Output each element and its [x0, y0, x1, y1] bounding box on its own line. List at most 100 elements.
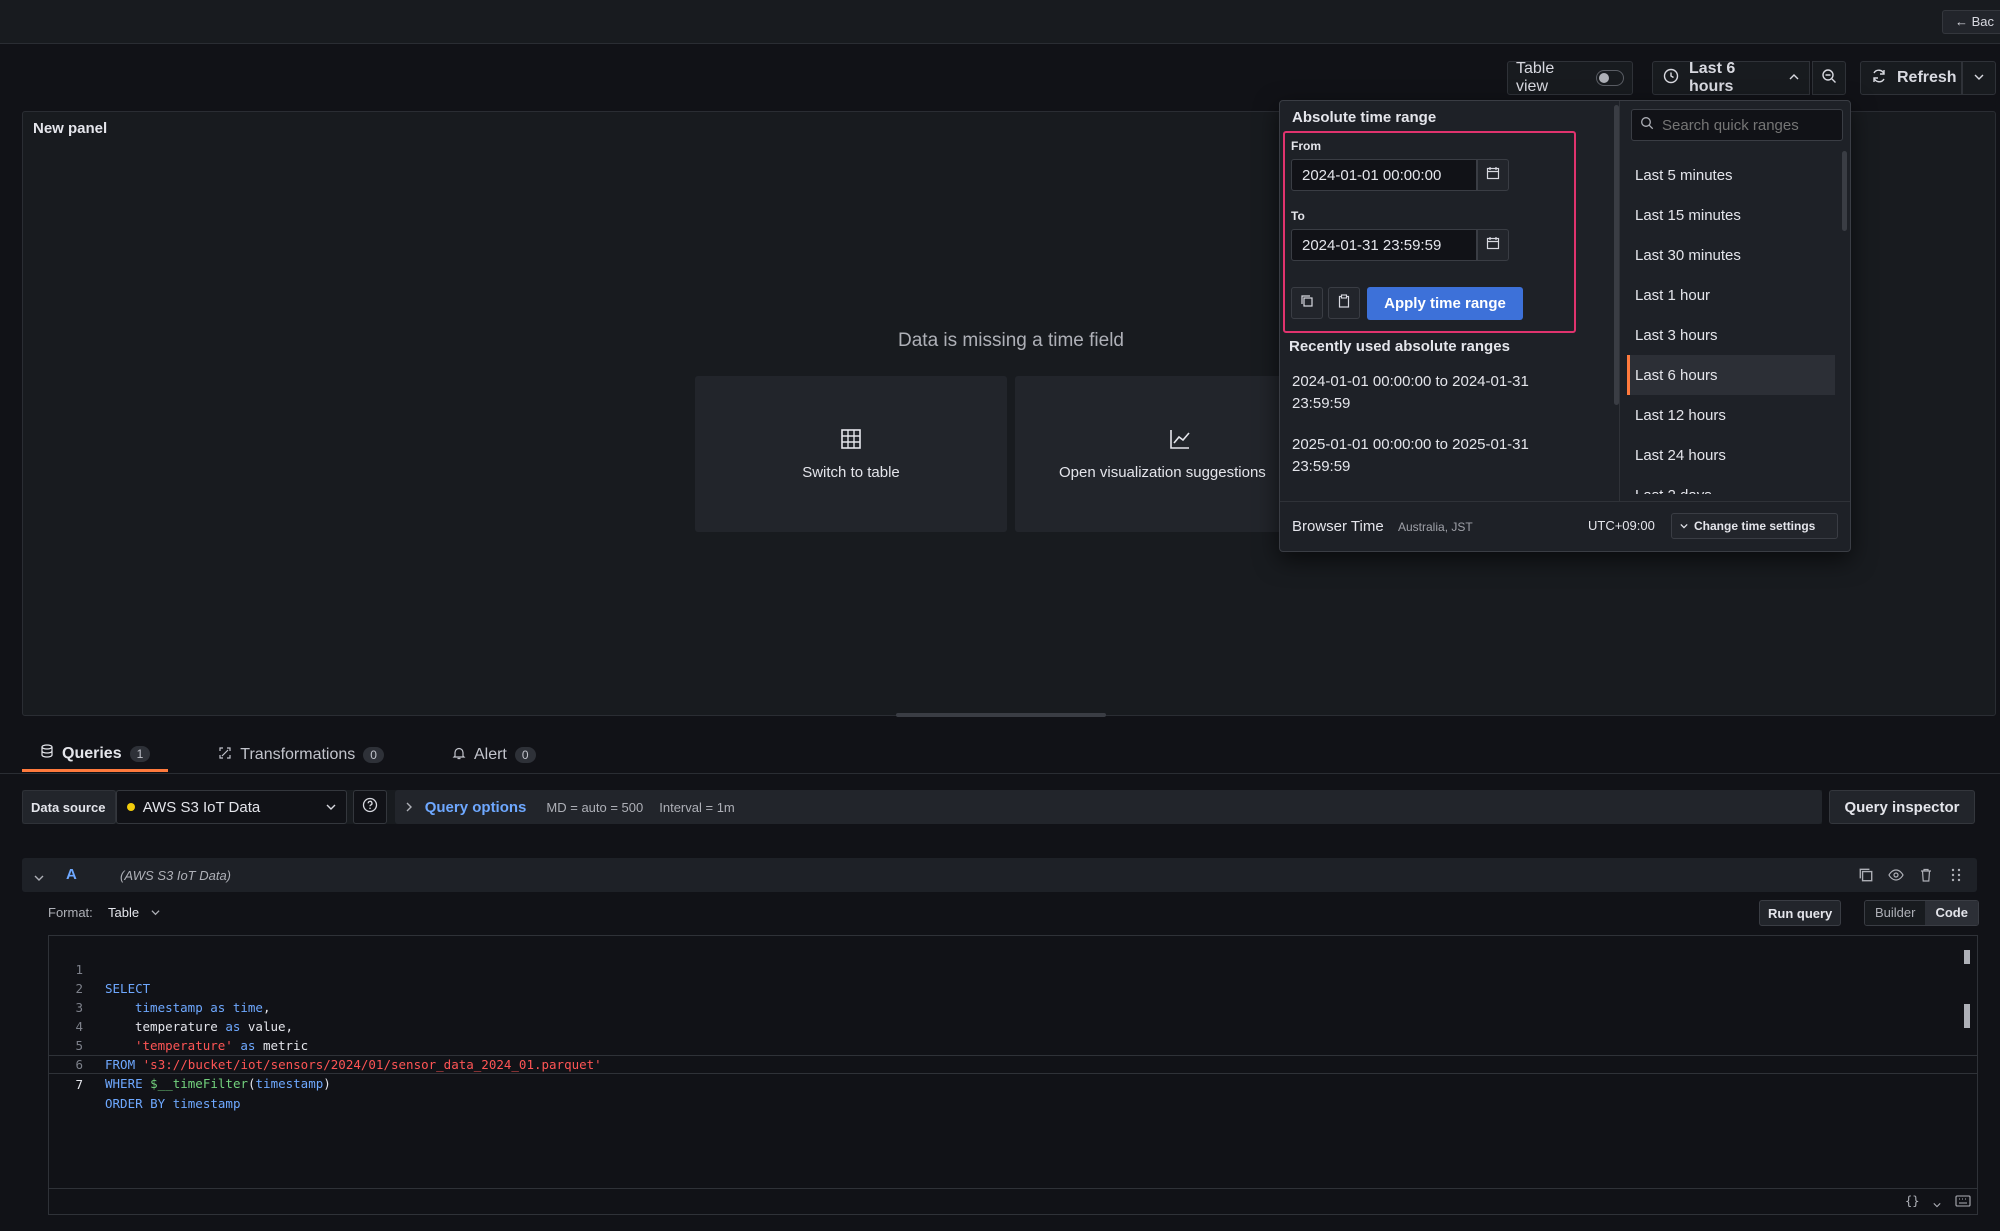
chevron-down-icon: [1680, 519, 1688, 533]
editor-mode-toggle: Builder Code: [1864, 900, 1979, 926]
to-input[interactable]: 2024-01-31 23:59:59: [1291, 229, 1477, 261]
recent-ranges-title: Recently used absolute ranges: [1289, 338, 1510, 355]
quick-range-item[interactable]: Last 5 minutes: [1627, 155, 1835, 195]
tab-alert[interactable]: Alert 0: [434, 738, 554, 772]
panel-resize-handle[interactable]: [896, 713, 1106, 717]
refresh-button[interactable]: Refresh: [1860, 61, 1962, 95]
format-code-icon[interactable]: {}: [1905, 1194, 1919, 1208]
chevron-down-icon[interactable]: [1933, 1196, 1941, 1213]
tab-alert-label: Alert: [473, 746, 507, 763]
from-field-group: 2024-01-01 00:00:00: [1291, 159, 1509, 191]
tab-queries[interactable]: Queries 1: [22, 738, 169, 772]
query-ref-id[interactable]: A: [66, 866, 77, 883]
quick-range-item[interactable]: Last 1 hour: [1627, 275, 1835, 315]
toggle-switch[interactable]: [1595, 70, 1624, 86]
md-info: MD = auto = 500: [546, 799, 644, 815]
divider: [1280, 501, 1850, 502]
datasource-dot-icon: [126, 803, 135, 811]
code-line: 4 'temperature' as metric: [49, 998, 1977, 1053]
format-select[interactable]: Table: [108, 905, 160, 920]
line-chart-icon: [1169, 428, 1191, 454]
quick-range-item-selected[interactable]: Last 6 hours: [1627, 355, 1835, 395]
quick-ranges-list: Last 5 minutes Last 15 minutes Last 30 m…: [1627, 149, 1835, 494]
refresh-interval-dropdown[interactable]: [1962, 61, 1996, 95]
query-options-label[interactable]: Query options: [425, 799, 527, 816]
to-label: To: [1291, 209, 1305, 223]
format-value: Table: [108, 905, 140, 920]
quick-ranges-search[interactable]: [1631, 109, 1843, 141]
back-button[interactable]: ← Bac: [1941, 10, 2000, 34]
datasource-picker[interactable]: AWS S3 IoT Data: [115, 790, 347, 824]
switch-to-table-button[interactable]: Switch to table: [695, 376, 1007, 532]
sql-code-editor[interactable]: 1 SELECT 2 timestamp as time, 3 temperat…: [48, 935, 1978, 1215]
editor-tabs: Queries 1 Transformations 0 Alert 0: [22, 738, 554, 774]
change-time-settings-label: Change time settings: [1694, 519, 1816, 533]
timezone-name: Australia, JST: [1398, 520, 1473, 534]
collapse-chevron-icon[interactable]: [34, 870, 44, 887]
refresh-icon: [1871, 68, 1887, 89]
recent-range-item[interactable]: 2024-01-01 00:00:00 to 2024-01-31 23:59:…: [1292, 371, 1562, 415]
code-line-current: 7 ORDER BY timestamp: [49, 1055, 1977, 1111]
quick-ranges-search-input[interactable]: [1662, 116, 1832, 134]
apply-time-range-button[interactable]: Apply time range: [1367, 287, 1523, 320]
browser-time-label: Browser Time: [1292, 518, 1384, 535]
code-token: (: [248, 1076, 256, 1091]
quick-range-item[interactable]: Last 3 hours: [1627, 315, 1835, 355]
to-calendar-button[interactable]: [1477, 229, 1509, 261]
tab-alert-count: 0: [514, 747, 536, 763]
change-time-settings-button[interactable]: Change time settings: [1671, 513, 1838, 539]
quick-range-item[interactable]: Last 24 hours: [1627, 435, 1835, 475]
recent-range-item[interactable]: 2025-01-01 00:00:00 to 2025-01-31 23:59:…: [1292, 434, 1562, 478]
help-icon: [362, 797, 378, 817]
format-label: Format:: [48, 905, 93, 920]
code-token: timestamp: [172, 1096, 241, 1111]
open-visualization-suggestions-button[interactable]: Open visualization suggestions: [1015, 376, 1305, 532]
quick-range-item[interactable]: Last 15 minutes: [1627, 195, 1835, 235]
calendar-icon: [1486, 166, 1500, 184]
code-line: 1 SELECT: [49, 941, 1977, 996]
code-token: ORDER BY: [105, 1096, 173, 1111]
refresh-label: Refresh: [1897, 69, 1957, 86]
quick-range-item[interactable]: Last 30 minutes: [1627, 235, 1835, 275]
copy-icon: [1300, 294, 1314, 312]
quick-ranges-scrollbar[interactable]: [1842, 151, 1847, 231]
paste-range-button[interactable]: [1328, 287, 1360, 319]
quick-range-item[interactable]: Last 12 hours: [1627, 395, 1835, 435]
run-query-button[interactable]: Run query: [1759, 900, 1842, 926]
datasource-row: Data source AWS S3 IoT Data Query option…: [22, 790, 1822, 824]
builder-mode-button[interactable]: Builder: [1865, 901, 1926, 925]
copy-range-button[interactable]: [1291, 287, 1323, 319]
divider: [49, 1188, 1977, 1189]
code-line: 6 WHERE $__timeFilter(timestamp): [49, 1036, 1977, 1091]
chevron-up-icon: [1789, 69, 1799, 87]
from-input[interactable]: 2024-01-01 00:00:00: [1291, 159, 1477, 191]
keyboard-icon[interactable]: [1955, 1194, 1971, 1211]
datasource-help-button[interactable]: [352, 790, 387, 824]
code-line: 2 timestamp as time,: [49, 960, 1977, 1015]
tab-transformations[interactable]: Transformations 0: [200, 738, 402, 772]
quick-range-item[interactable]: Last 2 days: [1627, 475, 1835, 495]
zoom-out-button[interactable]: [1812, 61, 1846, 95]
zoom-out-icon: [1821, 68, 1837, 89]
from-calendar-button[interactable]: [1477, 159, 1509, 191]
database-icon: [40, 744, 54, 763]
table-view-toggle[interactable]: Table view: [1507, 60, 1633, 95]
eye-icon[interactable]: [1888, 867, 1904, 887]
divider: [0, 773, 2000, 774]
recent-range-text: 2025-01-01 00:00:00 to 2025-01-31: [1292, 436, 1529, 453]
datasource-label: Data source: [22, 790, 116, 824]
duplicate-query-icon[interactable]: [1858, 867, 1874, 887]
tab-transformations-label: Transformations: [240, 746, 356, 763]
query-datasource-hint: (AWS S3 IoT Data): [120, 868, 232, 883]
trash-icon[interactable]: [1918, 867, 1934, 887]
code-mode-button[interactable]: Code: [1925, 901, 1978, 925]
recent-range-text: 23:59:59: [1292, 395, 1351, 412]
drag-handle-icon[interactable]: [1948, 867, 1964, 887]
time-range-picker-button[interactable]: Last 6 hours: [1652, 60, 1810, 95]
recent-range-text: 2024-01-01 00:00:00 to 2024-01-31: [1292, 373, 1529, 390]
query-inspector-button[interactable]: Query inspector: [1829, 790, 1975, 824]
query-options-bar[interactable]: Query options MD = auto = 500 Interval =…: [394, 790, 1822, 824]
line-number: 7: [75, 1077, 83, 1092]
absolute-range-title: Absolute time range: [1292, 109, 1437, 126]
editor-scrollbar[interactable]: [1964, 1004, 1970, 1028]
